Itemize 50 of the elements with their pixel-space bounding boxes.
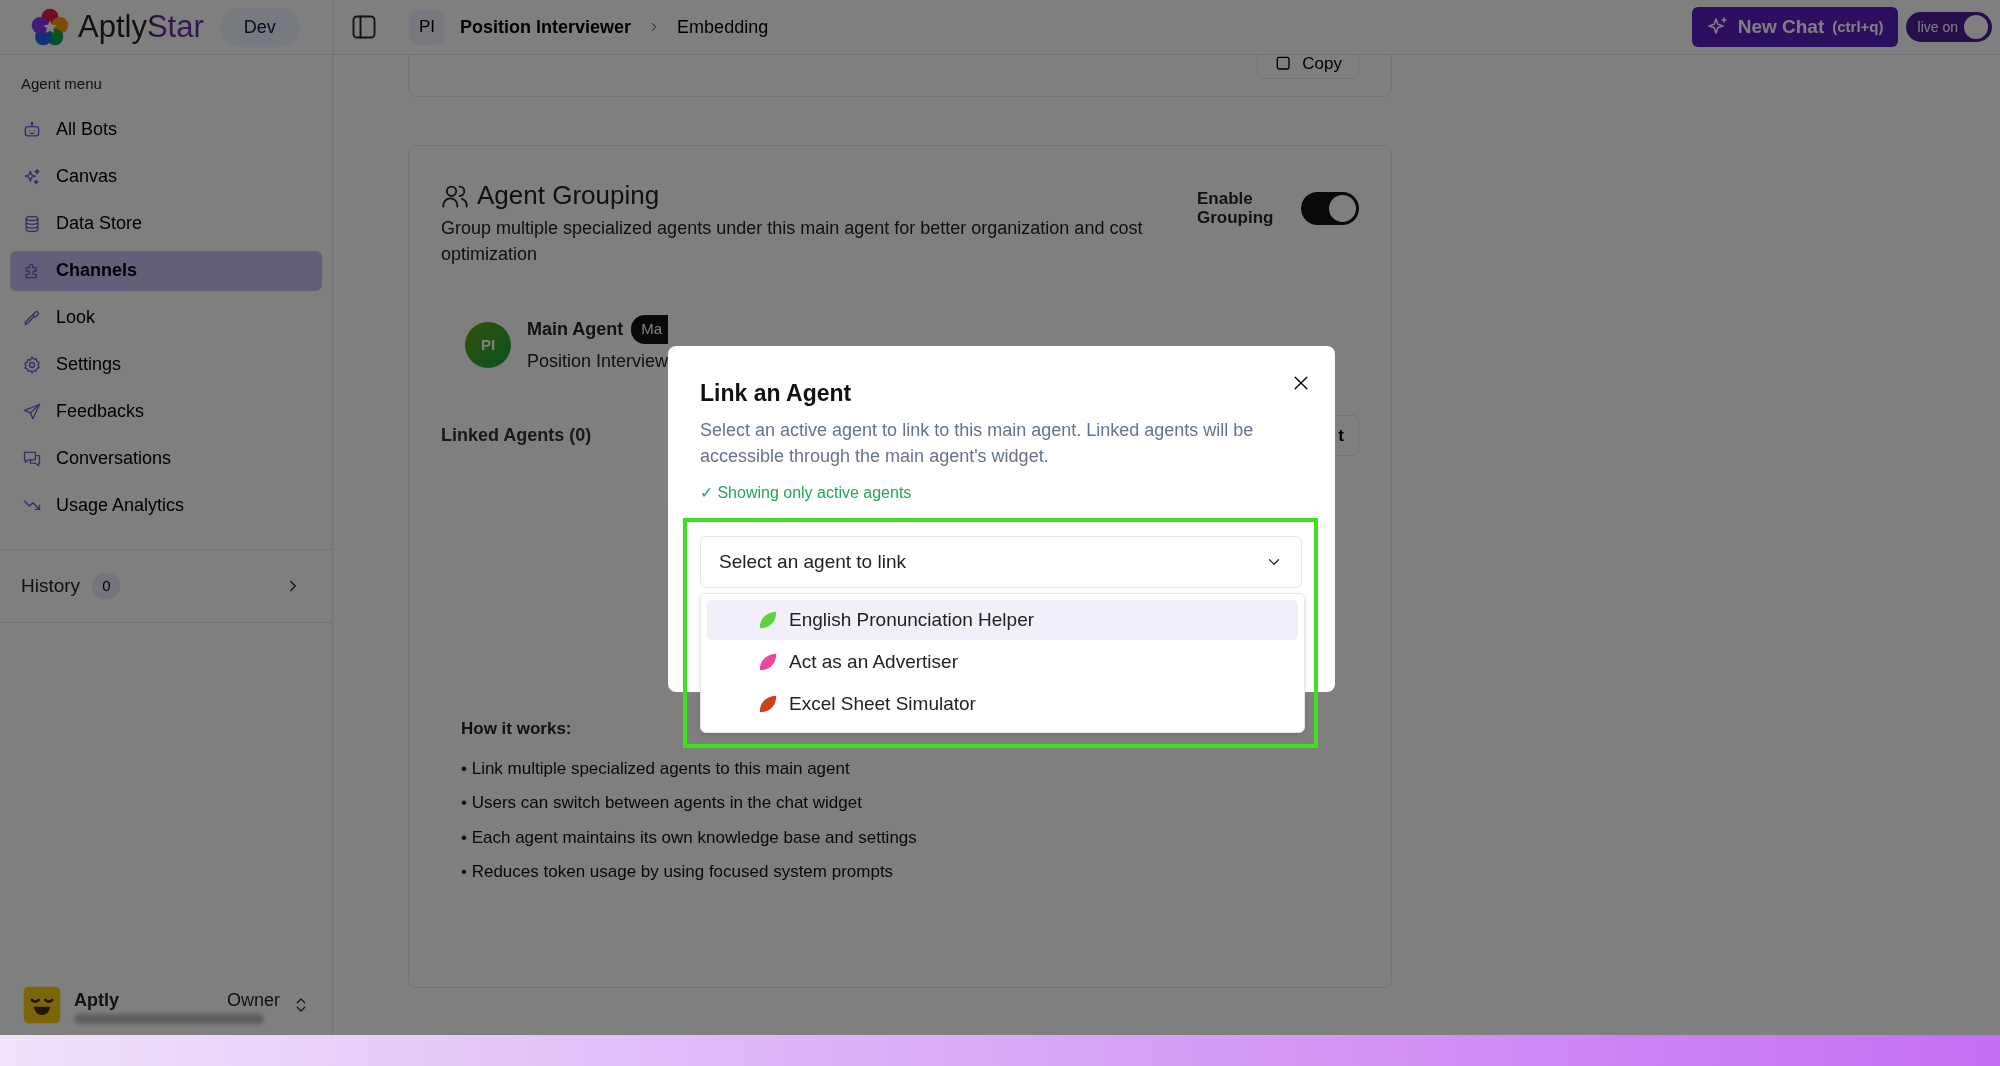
how-it-works-item: • Each agent maintains its own knowledge base and settings	[461, 826, 918, 849]
sidebar-heading: Agent menu	[20, 74, 103, 94]
live-toggle[interactable]: live on	[1905, 12, 1992, 42]
sidebar-item[interactable]: Look	[10, 297, 322, 338]
dialog-title: Link an Agent	[700, 379, 853, 408]
sidebar-item[interactable]: Channels	[10, 250, 322, 291]
panel-icon	[350, 13, 378, 41]
sidebar-item[interactable]: Canvas	[10, 156, 322, 197]
how-it-works-item: • Reduces token usage by using focused system prompts	[461, 861, 895, 884]
smiley-avatar-icon	[22, 985, 62, 1025]
copy-button[interactable]: Copy	[1257, 55, 1359, 79]
sidebar-item[interactable]: Usage Analytics	[10, 485, 322, 526]
sidebar-item[interactable]: Data Store	[10, 203, 322, 244]
how-it-works-item: • Users can switch between agents in the chat widget	[461, 792, 863, 815]
new-chat-button[interactable]: New Chat (ctrl+q)	[1691, 6, 1898, 48]
sparkle-icon	[22, 166, 42, 187]
how-it-works-item: • Link multiple specialized agents to this main agent	[461, 757, 851, 780]
toggle-label: Enable Grouping	[1197, 190, 1275, 228]
active-agents-note: ✓ Showing only active agents	[700, 482, 913, 503]
logo-icon	[30, 7, 70, 47]
grouping-toggle[interactable]	[1301, 192, 1359, 226]
agent-option[interactable]: Excel Sheet Simulator	[707, 684, 1298, 724]
agent-label: Main Agent	[527, 317, 624, 341]
user-name: Aptly	[74, 988, 119, 1012]
user-role: Owner	[227, 988, 280, 1012]
linked-agents-heading: Linked Agents (0)	[441, 423, 592, 447]
how-it-works-title: How it works:	[461, 718, 573, 741]
history-count: 0	[92, 572, 121, 599]
history-toggle[interactable]: History 0	[0, 548, 332, 623]
project-avatar: PI	[410, 9, 445, 45]
paper-plane-icon	[22, 401, 42, 422]
gear-icon	[22, 354, 42, 375]
section-description: Group multiple specialized agents under this main agent for better organization and cost optimization	[441, 217, 1144, 267]
agent-select[interactable]: Select an agent to link	[700, 536, 1302, 588]
dialog-description: Select an active agent to link to this main agent. Linked agents will be accessible through the main agent's widget.	[700, 418, 1255, 468]
section-title: Agent Grouping	[477, 179, 660, 212]
agent-avatar: PI	[465, 321, 511, 368]
agent-option[interactable]: Act as an Advertiser	[707, 642, 1298, 682]
robot-icon	[22, 119, 42, 140]
breadcrumb-current: Embedding	[677, 15, 769, 39]
sidebar-item[interactable]: All Bots	[10, 109, 322, 150]
sidebar-item[interactable]: Settings	[10, 344, 322, 385]
sidebar-item[interactable]: Feedbacks	[10, 391, 322, 432]
sidebar-toggle-button[interactable]	[350, 13, 378, 41]
agent-badge: Ma	[631, 315, 669, 344]
sidebar-item[interactable]: Conversations	[10, 438, 322, 479]
breadcrumb-link[interactable]: Position Interviewer	[460, 13, 632, 41]
agent-option[interactable]: English Pronunciation Helper	[707, 600, 1298, 640]
env-badge: Dev	[219, 7, 300, 47]
agent-name: Position Interview	[527, 349, 669, 373]
